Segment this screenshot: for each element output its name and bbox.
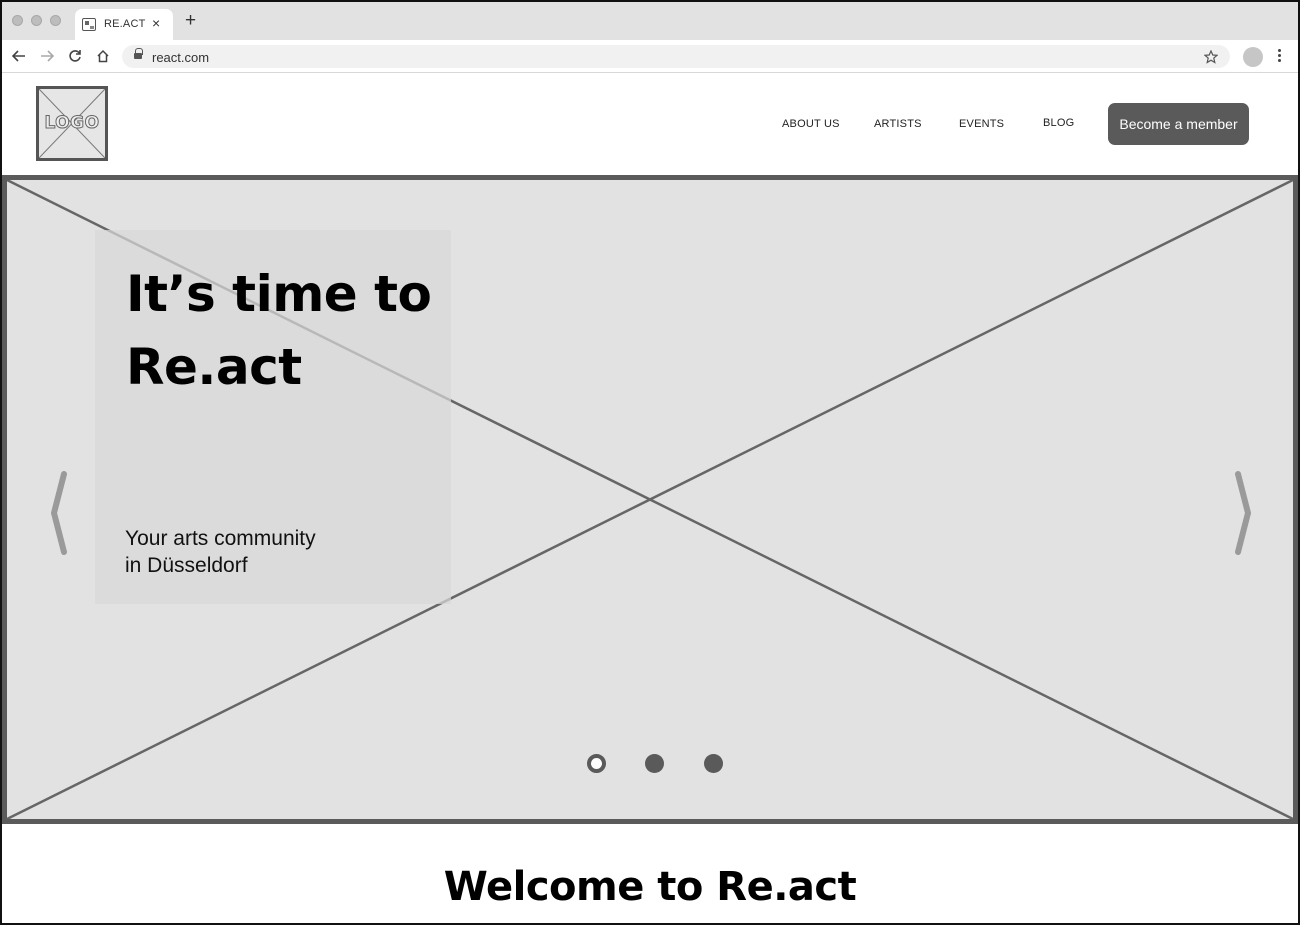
window-minimize-button[interactable] (31, 15, 42, 26)
browser-window: RE.ACT × + react.com LOGO ABOUT US ARTIS… (0, 0, 1300, 925)
window-close-button[interactable] (12, 15, 23, 26)
hero-headline-line2: Re.act (126, 338, 302, 396)
hero-headline: It’s time to Re.act (126, 258, 446, 404)
tab-title: RE.ACT (104, 18, 146, 30)
favicon-icon (82, 18, 96, 31)
chevron-left-icon[interactable] (48, 468, 72, 558)
url-text: react.com (152, 50, 210, 65)
hero-tagline-line1: Your arts community (125, 527, 316, 550)
site-header: LOGO ABOUT US ARTISTS EVENTS BLOG Become… (2, 73, 1298, 175)
chevron-right-icon[interactable] (1230, 468, 1254, 558)
hero-tagline-line2: in Düsseldorf (125, 554, 248, 577)
home-icon[interactable] (96, 49, 110, 63)
logo[interactable]: LOGO (36, 86, 108, 161)
logo-text: LOGO (44, 113, 100, 134)
window-maximize-button[interactable] (50, 15, 61, 26)
star-icon[interactable] (1204, 50, 1218, 64)
hero-headline-line1: It’s time to (126, 265, 432, 323)
profile-icon[interactable] (1243, 47, 1263, 67)
forward-icon[interactable] (40, 50, 54, 62)
slide-dot-1[interactable] (587, 754, 606, 773)
url-field[interactable]: react.com (122, 45, 1230, 68)
address-bar: react.com (2, 40, 1298, 73)
hero-tagline: Your arts community in Düsseldorf (125, 525, 425, 579)
nav-events[interactable]: EVENTS (959, 118, 1004, 130)
lock-icon (134, 48, 143, 60)
slide-dot-2[interactable] (645, 754, 664, 773)
nav-blog[interactable]: BLOG (1043, 117, 1074, 129)
hero-slider: It’s time to Re.act Your arts community … (2, 175, 1298, 824)
back-icon[interactable] (12, 50, 26, 62)
welcome-heading: Welcome to Re.act (443, 864, 857, 910)
tab-close-icon[interactable]: × (152, 15, 160, 31)
hero-text-panel: It’s time to Re.act Your arts community … (95, 230, 451, 604)
nav-about-us[interactable]: ABOUT US (782, 118, 840, 130)
new-tab-button[interactable]: + (185, 11, 196, 30)
nav-artists[interactable]: ARTISTS (874, 118, 922, 130)
reload-icon[interactable] (68, 49, 82, 63)
slide-dot-3[interactable] (704, 754, 723, 773)
tab-bar: RE.ACT × + (2, 2, 1298, 40)
browser-tab[interactable]: RE.ACT × (75, 9, 173, 40)
menu-icon[interactable] (1278, 49, 1281, 64)
become-member-button[interactable]: Become a member (1108, 103, 1249, 145)
